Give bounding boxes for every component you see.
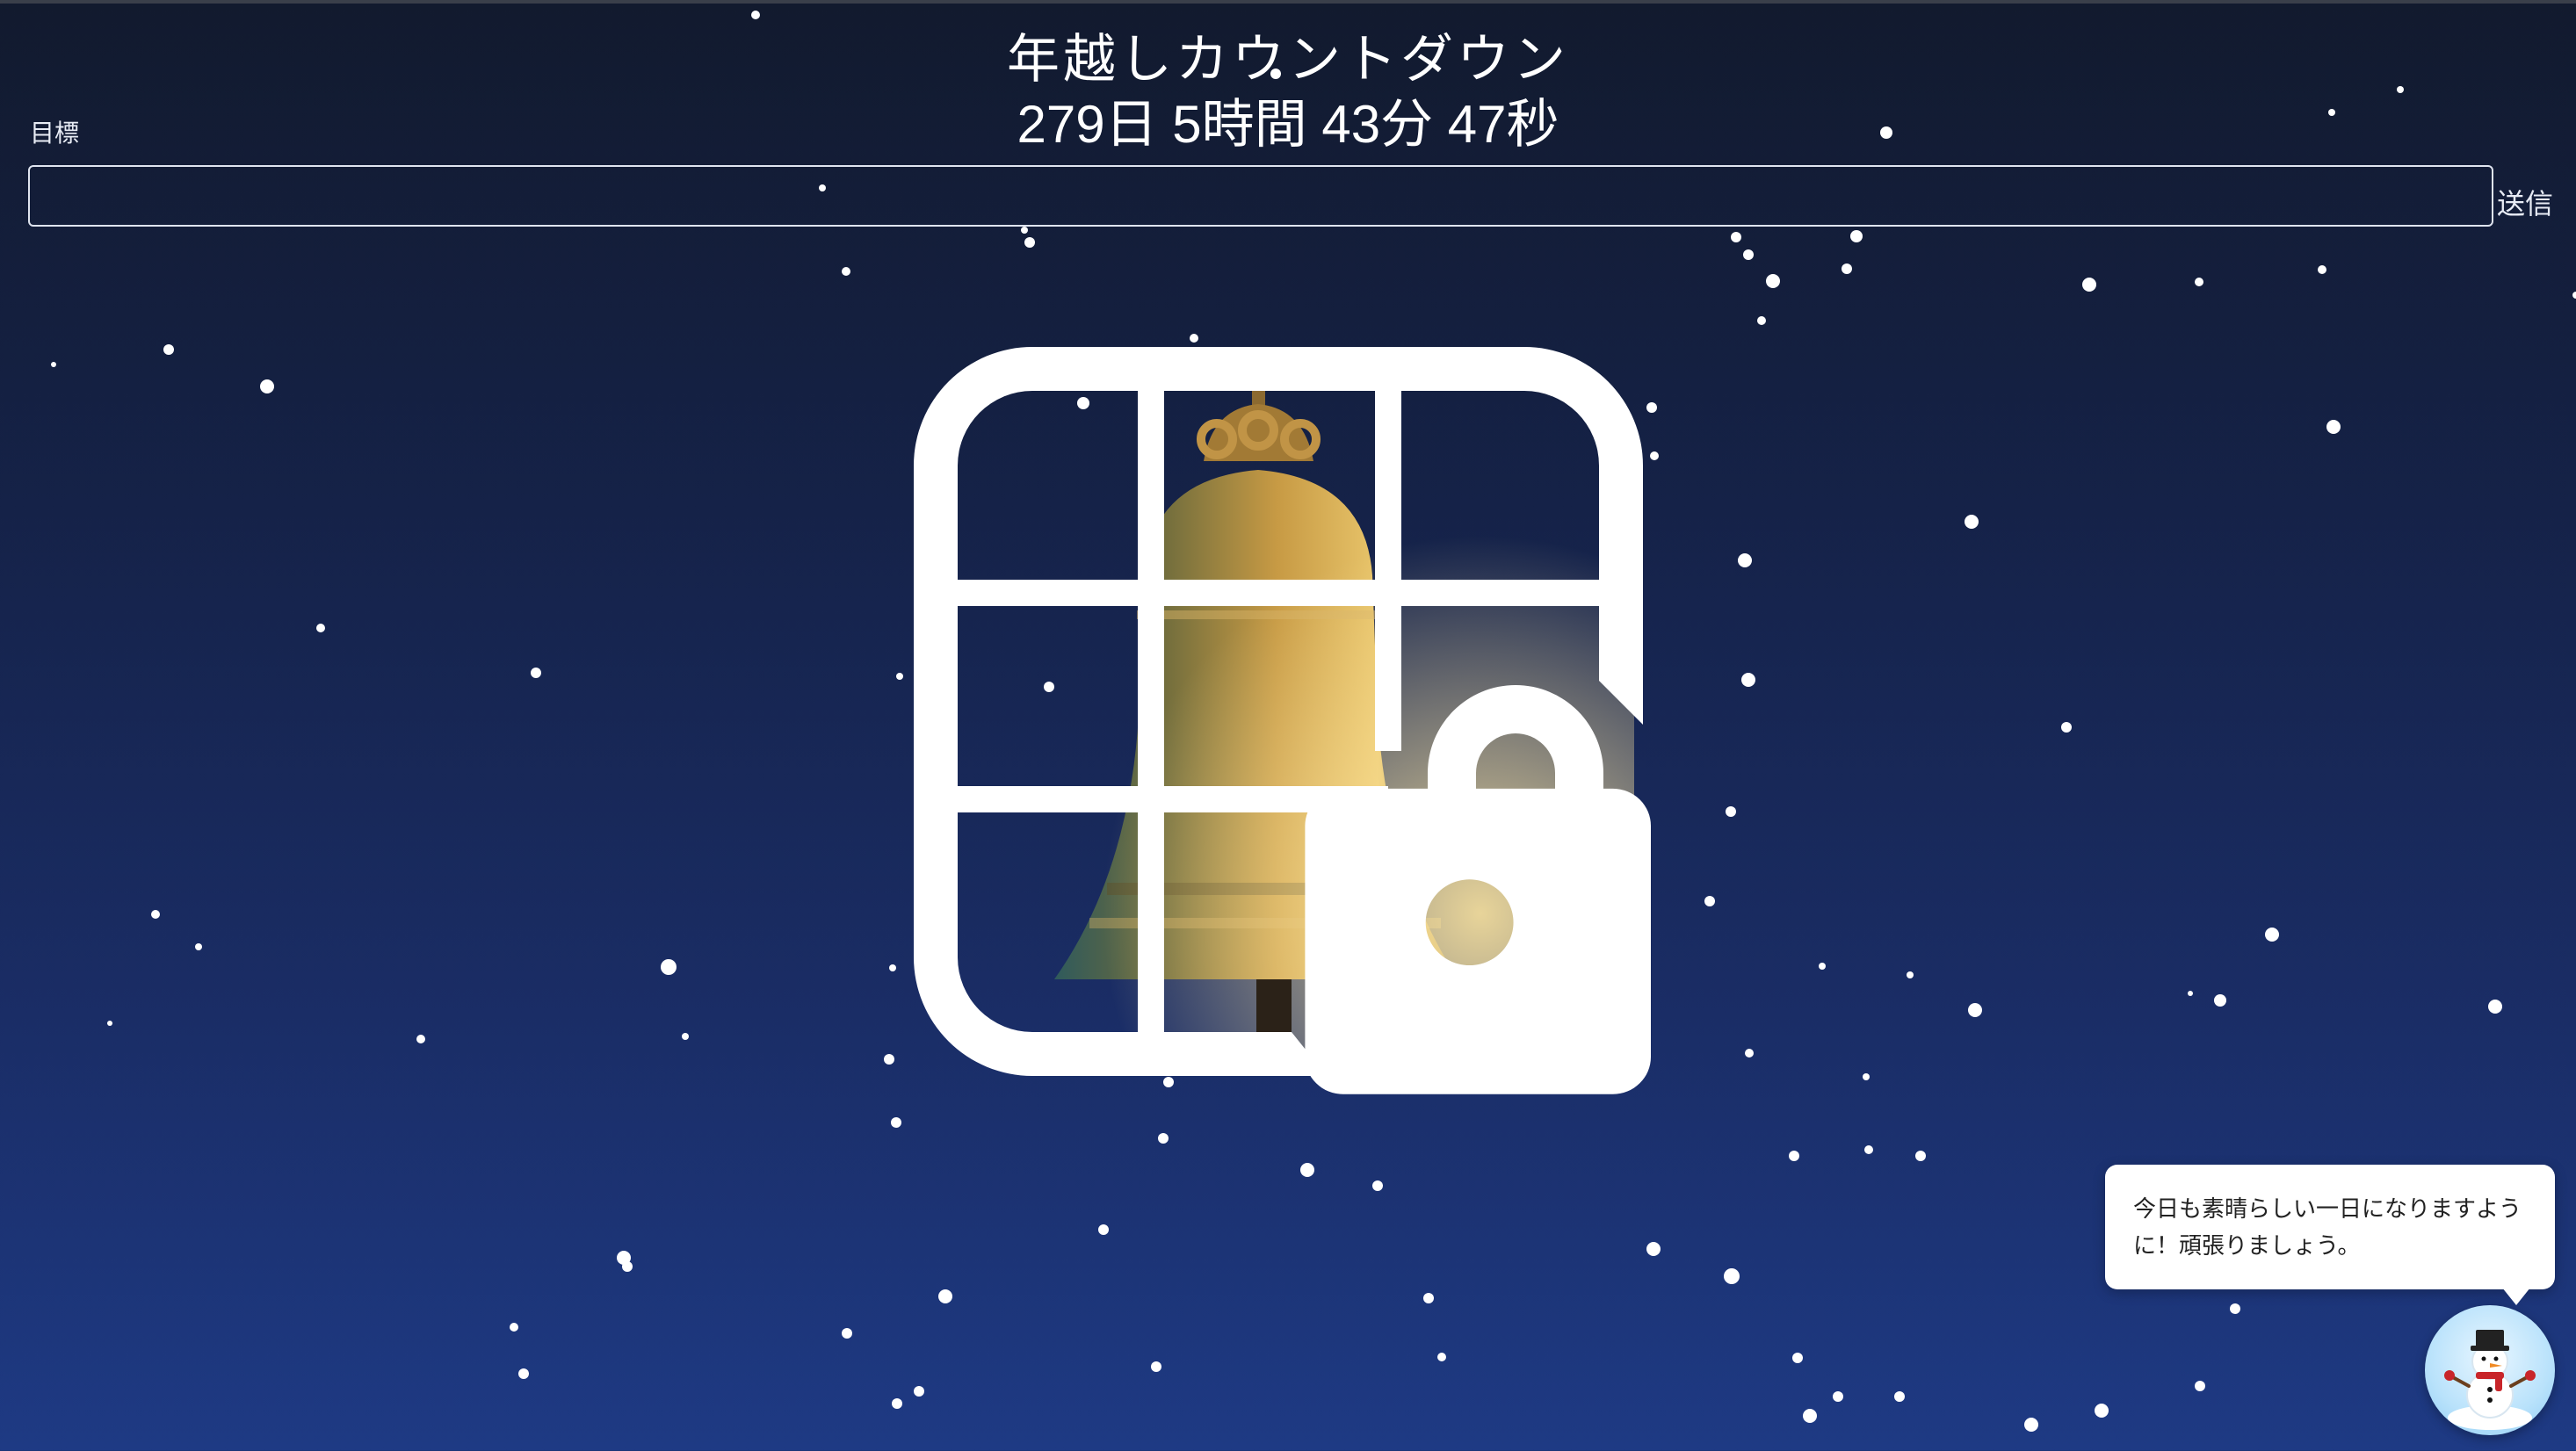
snowflake [617, 1251, 631, 1265]
snowflake [1024, 237, 1035, 248]
snowflake [884, 1054, 894, 1065]
snowflake [1745, 1049, 1754, 1058]
snowflake [107, 1021, 112, 1026]
snowman-avatar-button[interactable] [2425, 1305, 2555, 1435]
speech-bubble-tail [2502, 1288, 2530, 1305]
snowflake [2214, 994, 2226, 1007]
snowflake [1741, 673, 1755, 687]
snowflake [2095, 1404, 2109, 1418]
snowflake [316, 624, 325, 632]
snowflake [1766, 274, 1780, 288]
goal-input[interactable] [28, 165, 2493, 227]
snowflake [1423, 1293, 1434, 1303]
snowflake [1158, 1133, 1169, 1144]
snowflake [1646, 1242, 1661, 1256]
snowflake [151, 910, 160, 919]
snowflake [1704, 896, 1715, 906]
snowflake [892, 1398, 902, 1409]
snowflake [531, 668, 541, 678]
snowflake [518, 1368, 529, 1379]
snowflake [2318, 265, 2326, 274]
snowflake [1190, 334, 1198, 343]
snowflake [896, 673, 903, 680]
snowflake [1792, 1353, 1803, 1363]
snowflake [682, 1033, 689, 1040]
snowflake [510, 1323, 518, 1332]
snowflake [1850, 230, 1863, 242]
snowflake [2024, 1418, 2038, 1432]
snowflake [2188, 991, 2193, 996]
snowflake [260, 379, 274, 393]
snowflake [2082, 278, 2096, 292]
snowflake [1731, 232, 1741, 242]
page-title: 年越しカウントダウン [1007, 29, 1569, 90]
snowflake [1968, 1003, 1982, 1017]
window-top-edge [0, 0, 2576, 4]
snowflake [1437, 1353, 1446, 1361]
snowflake [889, 964, 896, 971]
snowflake [1021, 227, 1028, 234]
snowflake [2230, 1303, 2240, 1314]
snowflake [1894, 1391, 1905, 1402]
snowflake [842, 1328, 852, 1339]
goal-label: 目標 [30, 119, 80, 148]
send-button[interactable]: 送信 [2497, 186, 2553, 221]
snowflake [751, 11, 760, 19]
snowflake [195, 943, 202, 950]
snowflake [1907, 971, 1914, 978]
snowflake [2265, 928, 2279, 942]
snowflake [2195, 1381, 2205, 1391]
snowflake [914, 1386, 924, 1397]
snowflake [2195, 278, 2203, 286]
snowflake [1863, 1073, 1870, 1080]
snowflake [891, 1117, 901, 1128]
snowflake [1803, 1409, 1817, 1423]
snowflake [1151, 1361, 1161, 1372]
snowflake [1833, 1391, 1843, 1402]
snowflake [2061, 722, 2072, 733]
snowflake [1965, 515, 1979, 529]
mascot-message: 今日も素晴らしい一日になりますように！頑張りましょう。 [2133, 1196, 2522, 1260]
snowflake [1743, 249, 1754, 260]
countdown-timer: 279日 5時間 43分 47秒 [1017, 95, 1559, 154]
snowflake [622, 1261, 633, 1272]
snowflake [1098, 1224, 1109, 1235]
snowflake [416, 1035, 425, 1043]
snowflake [1738, 553, 1752, 567]
snowflake [1372, 1180, 1383, 1191]
snowflake [938, 1289, 952, 1303]
bell-grid-lock-graphic [914, 347, 1651, 1094]
snowflake [1726, 806, 1736, 817]
snowflake [1915, 1151, 1926, 1161]
snowflake [2488, 1000, 2502, 1014]
snowflake [1864, 1145, 1873, 1154]
snowflake [2326, 420, 2341, 434]
snowflake [1842, 263, 1852, 274]
snowflake [1300, 1163, 1314, 1177]
snowflake [661, 959, 677, 975]
snowflake [1724, 1268, 1740, 1284]
snowflake [842, 267, 850, 276]
snowflake [1819, 963, 1826, 970]
snowflake [1757, 316, 1766, 325]
snowman-icon [2444, 1330, 2536, 1430]
snowflake [2572, 292, 2576, 299]
snowflake [1789, 1151, 1799, 1161]
snowflake [51, 362, 56, 367]
snowflake [163, 344, 174, 355]
mascot-speech-bubble: 今日も素晴らしい一日になりますように！頑張りましょう。 [2105, 1165, 2555, 1289]
